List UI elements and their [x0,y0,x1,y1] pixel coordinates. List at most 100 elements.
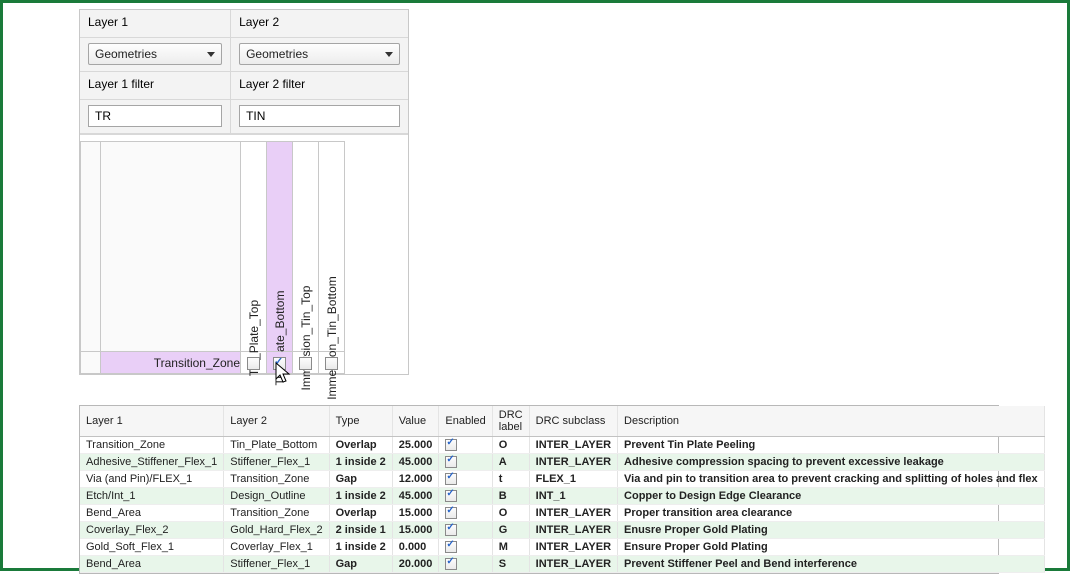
cell-type: 1 inside 2 [329,488,392,505]
layer1-filter-input[interactable] [88,105,222,127]
cell-enabled[interactable] [439,437,492,454]
col-header-type[interactable]: Type [329,406,392,437]
layer2-dropdown[interactable]: Geometries [239,43,400,65]
cell-description: Via and pin to transition area to preven… [618,471,1045,488]
cell-layer1: Etch/Int_1 [80,488,224,505]
matrix-col-label: Immersion_Tin_Top [299,286,313,391]
checkbox-icon[interactable] [299,357,312,370]
layer1-dropdown[interactable]: Geometries [88,43,222,65]
checkbox-icon[interactable] [445,473,457,485]
checkbox-icon[interactable] [445,456,457,468]
table-row[interactable]: Via (and Pin)/FLEX_1Transition_ZoneGap12… [80,471,1044,488]
cell-type: Gap [329,556,392,573]
checkbox-icon[interactable] [273,357,286,370]
table-header-row: Layer 1 Layer 2 Type Value Enabled DRC l… [80,406,1044,437]
cell-value: 45.000 [392,488,439,505]
table-row[interactable]: Gold_Soft_Flex_1Coverlay_Flex_11 inside … [80,539,1044,556]
table-row[interactable]: Transition_ZoneTin_Plate_BottomOverlap25… [80,437,1044,454]
layer1-label: Layer 1 [88,15,222,29]
col-header-drc-label[interactable]: DRC label [492,406,529,437]
cell-description: Proper transition area clearance [618,505,1045,522]
cell-value: 20.000 [392,556,439,573]
checkbox-icon[interactable] [325,357,338,370]
cell-drc-label: B [492,488,529,505]
cell-layer2: Design_Outline [224,488,329,505]
cell-description: Prevent Stiffener Peel and Bend interfer… [618,556,1045,573]
col-header-layer1[interactable]: Layer 1 [80,406,224,437]
layer-dropdown-row: Geometries Geometries [80,38,408,72]
cell-drc-subclass: INTER_LAYER [529,454,617,471]
cell-type: 2 inside 1 [329,522,392,539]
matrix-row-header[interactable]: Transition_Zone [101,352,241,374]
filter-label-row: Layer 1 filter Layer 2 filter [80,72,408,100]
checkbox-icon[interactable] [445,524,457,536]
col-header-enabled[interactable]: Enabled [439,406,492,437]
cell-drc-label: S [492,556,529,573]
col-header-drc-subclass[interactable]: DRC subclass [529,406,617,437]
checkbox-icon[interactable] [445,541,457,553]
cell-drc-label: M [492,539,529,556]
cell-layer1: Via (and Pin)/FLEX_1 [80,471,224,488]
cell-layer2: Stiffener_Flex_1 [224,454,329,471]
cell-layer2: Coverlay_Flex_1 [224,539,329,556]
layer-matrix: Tin_Plate_Top Tin_Plate_Bottom Immersion… [80,141,345,374]
table-row[interactable]: Etch/Int_1Design_Outline1 inside 245.000… [80,488,1044,505]
checkbox-icon[interactable] [445,558,457,570]
checkbox-icon[interactable] [247,357,260,370]
cell-drc-label: G [492,522,529,539]
cell-enabled[interactable] [439,556,492,573]
cell-drc-label: t [492,471,529,488]
checkbox-icon[interactable] [445,439,457,451]
cell-drc-subclass: INTER_LAYER [529,505,617,522]
cell-value: 0.000 [392,539,439,556]
cell-layer2: Gold_Hard_Flex_2 [224,522,329,539]
cell-value: 45.000 [392,454,439,471]
layer2-filter-input[interactable] [239,105,400,127]
matrix-row-corner [81,352,101,374]
app-frame: Layer 1 Layer 2 Geometries Geometries La… [0,0,1070,571]
cell-type: Overlap [329,437,392,454]
cell-enabled[interactable] [439,488,492,505]
cell-description: Prevent Tin Plate Peeling [618,437,1045,454]
col-header-description[interactable]: Description [618,406,1045,437]
checkbox-icon[interactable] [445,507,457,519]
matrix-col-header[interactable]: Tin_Plate_Top [241,142,267,352]
cell-enabled[interactable] [439,505,492,522]
chevron-down-icon [385,52,393,57]
table-row[interactable]: Coverlay_Flex_2Gold_Hard_Flex_22 inside … [80,522,1044,539]
cell-enabled[interactable] [439,454,492,471]
matrix-cell[interactable] [267,352,293,374]
cell-enabled[interactable] [439,522,492,539]
matrix-header-row: Tin_Plate_Top Tin_Plate_Bottom Immersion… [81,142,345,352]
cell-drc-label: O [492,437,529,454]
matrix-col-header[interactable]: Tin_Plate_Bottom [267,142,293,352]
matrix-area: Tin_Plate_Top Tin_Plate_Bottom Immersion… [80,134,408,374]
layer2-dropdown-value: Geometries [246,47,308,61]
cell-layer2: Tin_Plate_Bottom [224,437,329,454]
cell-layer1: Adhesive_Stiffener_Flex_1 [80,454,224,471]
matrix-col-header[interactable]: Immersion_Tin_Bottom [319,142,345,352]
cell-description: Ensure Proper Gold Plating [618,539,1045,556]
checkbox-icon[interactable] [445,490,457,502]
layer1-dropdown-value: Geometries [95,47,157,61]
matrix-col-label: Immersion_Tin_Bottom [325,276,339,400]
cell-enabled[interactable] [439,471,492,488]
cell-layer1: Bend_Area [80,505,224,522]
cell-enabled[interactable] [439,539,492,556]
cell-value: 15.000 [392,505,439,522]
layer-filter-panel: Layer 1 Layer 2 Geometries Geometries La… [79,9,409,375]
cell-value: 15.000 [392,522,439,539]
cell-layer2: Transition_Zone [224,471,329,488]
cell-type: 1 inside 2 [329,454,392,471]
table-row[interactable]: Adhesive_Stiffener_Flex_1Stiffener_Flex_… [80,454,1044,471]
col-header-value[interactable]: Value [392,406,439,437]
col-header-layer2[interactable]: Layer 2 [224,406,329,437]
table-row[interactable]: Bend_AreaTransition_ZoneOverlap15.000OIN… [80,505,1044,522]
cell-drc-subclass: INTER_LAYER [529,437,617,454]
cell-description: Enusre Proper Gold Plating [618,522,1045,539]
matrix-spacer [101,142,241,352]
rules-table-panel: Layer 1 Layer 2 Type Value Enabled DRC l… [79,405,999,574]
layer-label-row: Layer 1 Layer 2 [80,10,408,38]
matrix-col-header[interactable]: Immersion_Tin_Top [293,142,319,352]
table-row[interactable]: Bend_AreaStiffener_Flex_1Gap20.000SINTER… [80,556,1044,573]
